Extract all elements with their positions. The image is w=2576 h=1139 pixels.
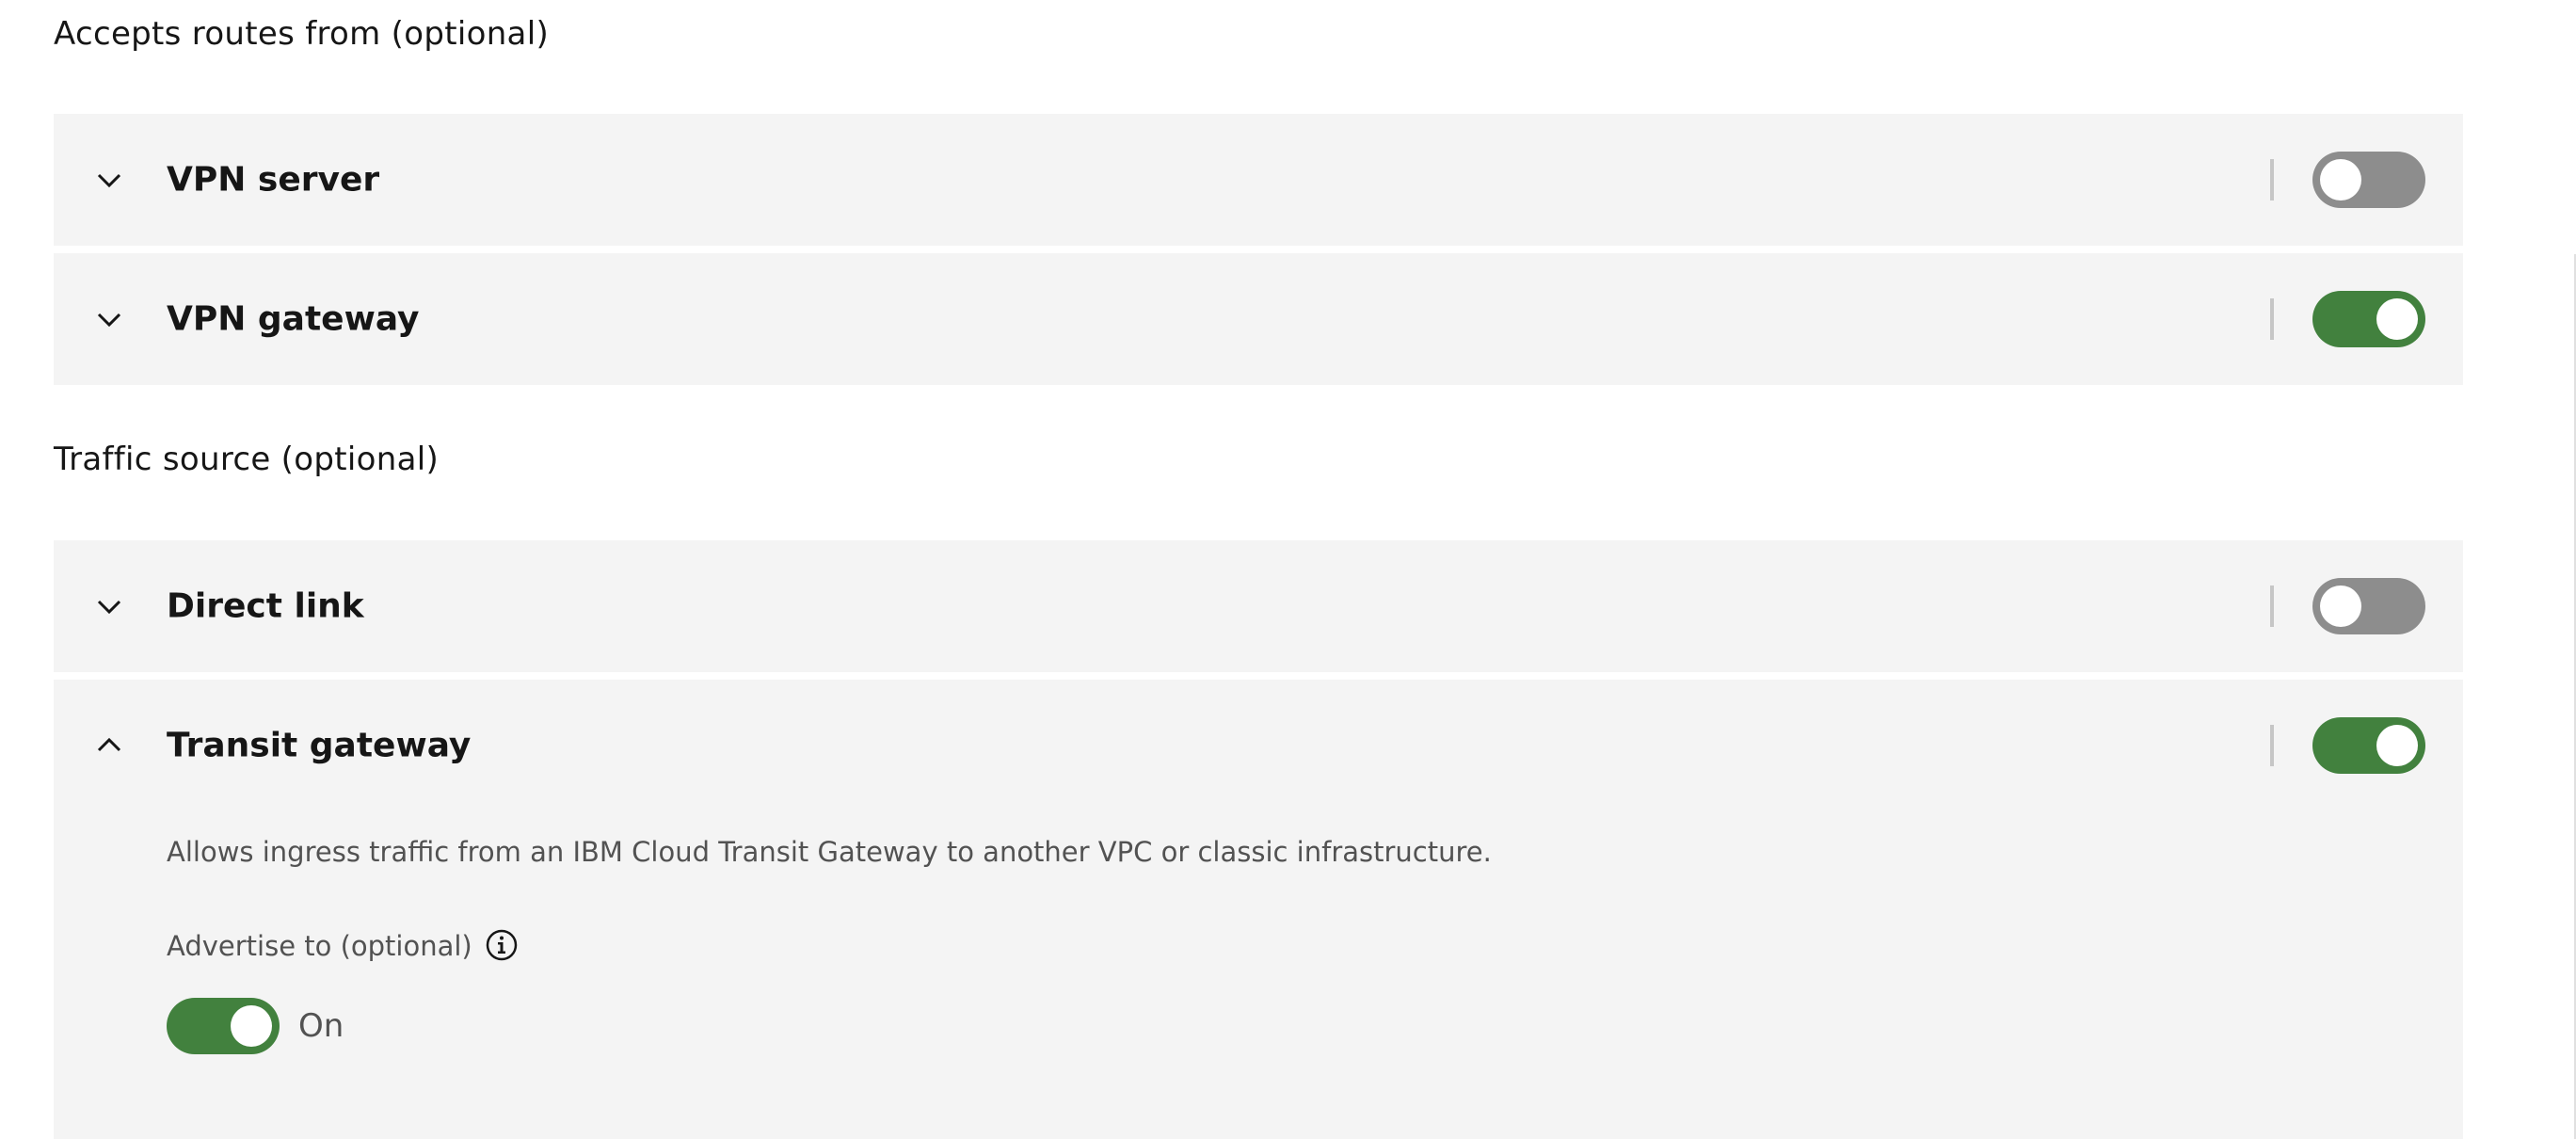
row-transit-gateway: Transit gateway Allows ingress traffic f… bbox=[54, 680, 2463, 1139]
toggle-knob bbox=[2320, 586, 2361, 627]
row-next-partial bbox=[54, 1107, 2463, 1139]
chevron-down-icon[interactable] bbox=[93, 164, 125, 196]
row-label: VPN server bbox=[167, 160, 380, 200]
information-icon[interactable] bbox=[483, 926, 520, 964]
direct-link-toggle[interactable] bbox=[2312, 578, 2425, 634]
advertise-toggle-state: On bbox=[298, 1007, 344, 1045]
transit-gateway-details: Allows ingress traffic from an IBM Cloud… bbox=[54, 811, 2463, 1139]
row-header[interactable]: VPN server bbox=[54, 114, 2463, 246]
chevron-down-icon[interactable] bbox=[93, 590, 125, 622]
divider bbox=[2270, 586, 2274, 627]
row-label: Transit gateway bbox=[167, 726, 472, 765]
row-vpn-server: VPN server bbox=[54, 114, 2463, 246]
row-direct-link: Direct link bbox=[54, 540, 2463, 672]
transit-gateway-toggle[interactable] bbox=[2312, 717, 2425, 774]
section-title-traffic-source: Traffic source (optional) bbox=[54, 441, 440, 478]
divider bbox=[2270, 159, 2274, 201]
chevron-up-icon[interactable] bbox=[93, 730, 125, 762]
advertise-label: Advertise to (optional) bbox=[167, 930, 472, 962]
divider bbox=[2270, 725, 2274, 766]
toggle-knob bbox=[2376, 298, 2418, 340]
row-header[interactable]: VPN gateway bbox=[54, 253, 2463, 385]
vpn-server-toggle[interactable] bbox=[2312, 152, 2425, 208]
divider bbox=[2270, 298, 2274, 340]
toggle-knob bbox=[231, 1005, 272, 1047]
page: Accepts routes from (optional) VPN serve… bbox=[0, 0, 2576, 1139]
section-title-accepts-routes: Accepts routes from (optional) bbox=[54, 15, 550, 53]
toggle-knob bbox=[2376, 725, 2418, 766]
row-label: Direct link bbox=[167, 586, 364, 626]
transit-gateway-description: Allows ingress traffic from an IBM Cloud… bbox=[167, 836, 1492, 868]
row-header[interactable]: Direct link bbox=[54, 540, 2463, 672]
row-vpn-gateway: VPN gateway bbox=[54, 253, 2463, 385]
vpn-gateway-toggle[interactable] bbox=[2312, 291, 2425, 347]
row-header[interactable]: Transit gateway bbox=[54, 680, 2463, 811]
row-label: VPN gateway bbox=[167, 299, 420, 339]
advertise-toggle[interactable] bbox=[167, 998, 280, 1054]
chevron-down-icon[interactable] bbox=[93, 303, 125, 335]
toggle-knob bbox=[2320, 159, 2361, 201]
